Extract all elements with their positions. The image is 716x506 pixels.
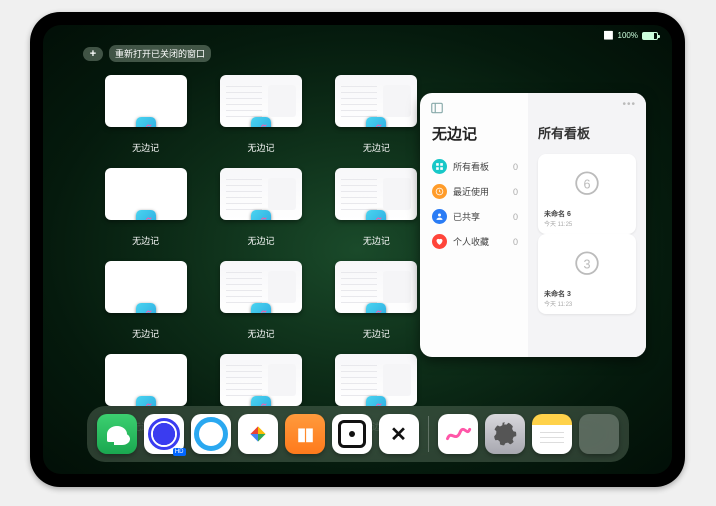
freeform-app-icon <box>136 210 156 220</box>
battery-icon <box>642 32 658 40</box>
window-thumbnail[interactable]: 无边记 <box>332 168 421 247</box>
window-thumb <box>105 354 187 406</box>
window-thumb <box>335 261 417 313</box>
window-thumbnail[interactable]: 无边记 <box>101 261 190 340</box>
window-thumb <box>105 168 187 220</box>
window-label: 无边记 <box>363 327 390 340</box>
window-thumbnail[interactable]: 无边记 <box>216 261 305 340</box>
freeform-app-icon <box>136 117 156 127</box>
ipad-device-frame: 100% + 重新打开已关闭的窗口 无边记 无边记 无边记 无边记 无边记 <box>30 12 685 487</box>
heart-icon <box>432 234 447 249</box>
dock-square-dot[interactable] <box>332 414 372 454</box>
freeform-app-icon <box>136 303 156 313</box>
window-label: 无边记 <box>247 234 274 247</box>
dock-dots-x[interactable] <box>379 414 419 454</box>
freeform-app-icon <box>366 117 386 127</box>
freeform-app-icon <box>366 396 386 406</box>
plus-icon: + <box>83 47 103 61</box>
dock-settings[interactable] <box>485 414 525 454</box>
freeform-app-icon <box>366 303 386 313</box>
person-icon <box>432 209 447 224</box>
window-thumb <box>220 75 302 127</box>
sidebar-toggle-icon[interactable] <box>430 101 444 115</box>
dock-play-store[interactable] <box>238 414 278 454</box>
board-name: 未命名 6 <box>544 209 630 219</box>
board-sketch: 3 <box>544 240 630 289</box>
sidebar-item-person[interactable]: 已共享 0 <box>432 204 518 229</box>
dock-separator <box>428 416 429 452</box>
sidebar-item-heart[interactable]: 个人收藏 0 <box>432 229 518 254</box>
svg-text:3: 3 <box>583 257 590 271</box>
window-thumbnail[interactable]: 无边记 <box>216 75 305 154</box>
window-thumbnail[interactable]: 无边记 <box>101 168 190 247</box>
reopen-label: 重新打开已关闭的窗口 <box>109 45 211 62</box>
window-label: 无边记 <box>247 141 274 154</box>
window-label: 无边记 <box>363 234 390 247</box>
sidebar-item-count: 0 <box>513 212 518 222</box>
panel-left-column: 无边记 所有看板 0 最近使用 0 已共享 0 个人收藏 0 <box>420 93 528 357</box>
window-thumb <box>105 75 187 127</box>
freeform-app-icon <box>251 210 271 220</box>
sidebar-item-label: 最近使用 <box>453 185 489 198</box>
window-thumb <box>335 75 417 127</box>
panel-right-title: 所有看板 <box>538 123 636 142</box>
dock-notes[interactable] <box>532 414 572 454</box>
window-label: 无边记 <box>132 234 159 247</box>
dock: HD <box>87 406 629 462</box>
sidebar-item-label: 已共享 <box>453 210 480 223</box>
dock-wechat[interactable] <box>97 414 137 454</box>
board-timestamp: 今天 11:23 <box>544 299 630 308</box>
dock-app-library[interactable] <box>579 414 619 454</box>
board-name: 未命名 3 <box>544 289 630 299</box>
board-sketch: 6 <box>544 160 630 209</box>
window-thumb <box>335 354 417 406</box>
sidebar-item-clock[interactable]: 最近使用 0 <box>432 179 518 204</box>
battery-percent: 100% <box>618 31 638 40</box>
sidebar-item-label: 个人收藏 <box>453 235 489 248</box>
sidebar-item-label: 所有看板 <box>453 160 489 173</box>
board-card[interactable]: 6 未命名 6 今天 11:25 <box>538 154 636 234</box>
panel-right-column: 所有看板 6 未命名 6 今天 11:25 3 未命名 3 今天 11:23 <box>528 93 646 357</box>
window-expose-grid: 无边记 无边记 无边记 无边记 无边记 无边记 无边记 无边记 <box>101 75 421 433</box>
svg-text:6: 6 <box>583 177 590 191</box>
freeform-app-icon <box>366 210 386 220</box>
sidebar-item-count: 0 <box>513 187 518 197</box>
sidebar-item-count: 0 <box>513 237 518 247</box>
window-thumbnail[interactable]: 无边记 <box>101 75 190 154</box>
reopen-closed-window-button[interactable]: + 重新打开已关闭的窗口 <box>83 45 211 62</box>
window-thumb <box>335 168 417 220</box>
freeform-app-icon <box>251 303 271 313</box>
freeform-app-icon <box>251 117 271 127</box>
panel-menu-dots-icon[interactable]: ••• <box>622 99 636 110</box>
freeform-app-icon <box>136 396 156 406</box>
window-label: 无边记 <box>247 327 274 340</box>
window-label: 无边记 <box>363 141 390 154</box>
grid-icon <box>432 159 447 174</box>
board-timestamp: 今天 11:25 <box>544 219 630 228</box>
screen: 100% + 重新打开已关闭的窗口 无边记 无边记 无边记 无边记 无边记 <box>43 25 672 474</box>
freeform-sidebar-panel[interactable]: ••• 无边记 所有看板 0 最近使用 0 已共享 0 个人收藏 0 所有看板 … <box>420 93 646 357</box>
freeform-app-icon <box>251 396 271 406</box>
panel-title: 无边记 <box>432 123 518 144</box>
dock-app-round-blue[interactable]: HD <box>144 414 184 454</box>
dock-freeform[interactable] <box>438 414 478 454</box>
dock-books[interactable] <box>285 414 325 454</box>
dock-app-round-cyan[interactable] <box>191 414 231 454</box>
status-bar: 100% <box>604 31 658 40</box>
window-thumb <box>220 168 302 220</box>
clock-icon <box>432 184 447 199</box>
hd-badge: HD <box>173 448 186 456</box>
window-thumb <box>220 261 302 313</box>
window-thumbnail[interactable]: 无边记 <box>216 168 305 247</box>
window-thumbnail[interactable]: 无边记 <box>332 75 421 154</box>
board-card[interactable]: 3 未命名 3 今天 11:23 <box>538 234 636 314</box>
sidebar-item-count: 0 <box>513 162 518 172</box>
wifi-icon <box>604 31 614 40</box>
window-thumbnail[interactable]: 无边记 <box>332 261 421 340</box>
window-thumb <box>220 354 302 406</box>
window-thumb <box>105 261 187 313</box>
sidebar-item-grid[interactable]: 所有看板 0 <box>432 154 518 179</box>
window-label: 无边记 <box>132 141 159 154</box>
window-label: 无边记 <box>132 327 159 340</box>
